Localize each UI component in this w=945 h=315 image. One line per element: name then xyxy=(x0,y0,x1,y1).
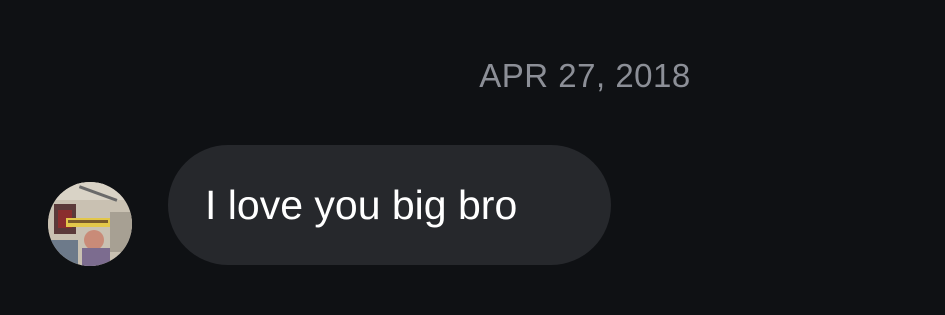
contact-avatar[interactable] xyxy=(48,182,132,266)
message-text: I love you big bro xyxy=(205,182,518,228)
date-separator: APR 27, 2018 xyxy=(479,57,691,94)
message-bubble[interactable]: I love you big bro xyxy=(168,145,611,265)
message-row: I love you big bro xyxy=(48,145,928,266)
avatar-photo-icon xyxy=(48,182,132,266)
